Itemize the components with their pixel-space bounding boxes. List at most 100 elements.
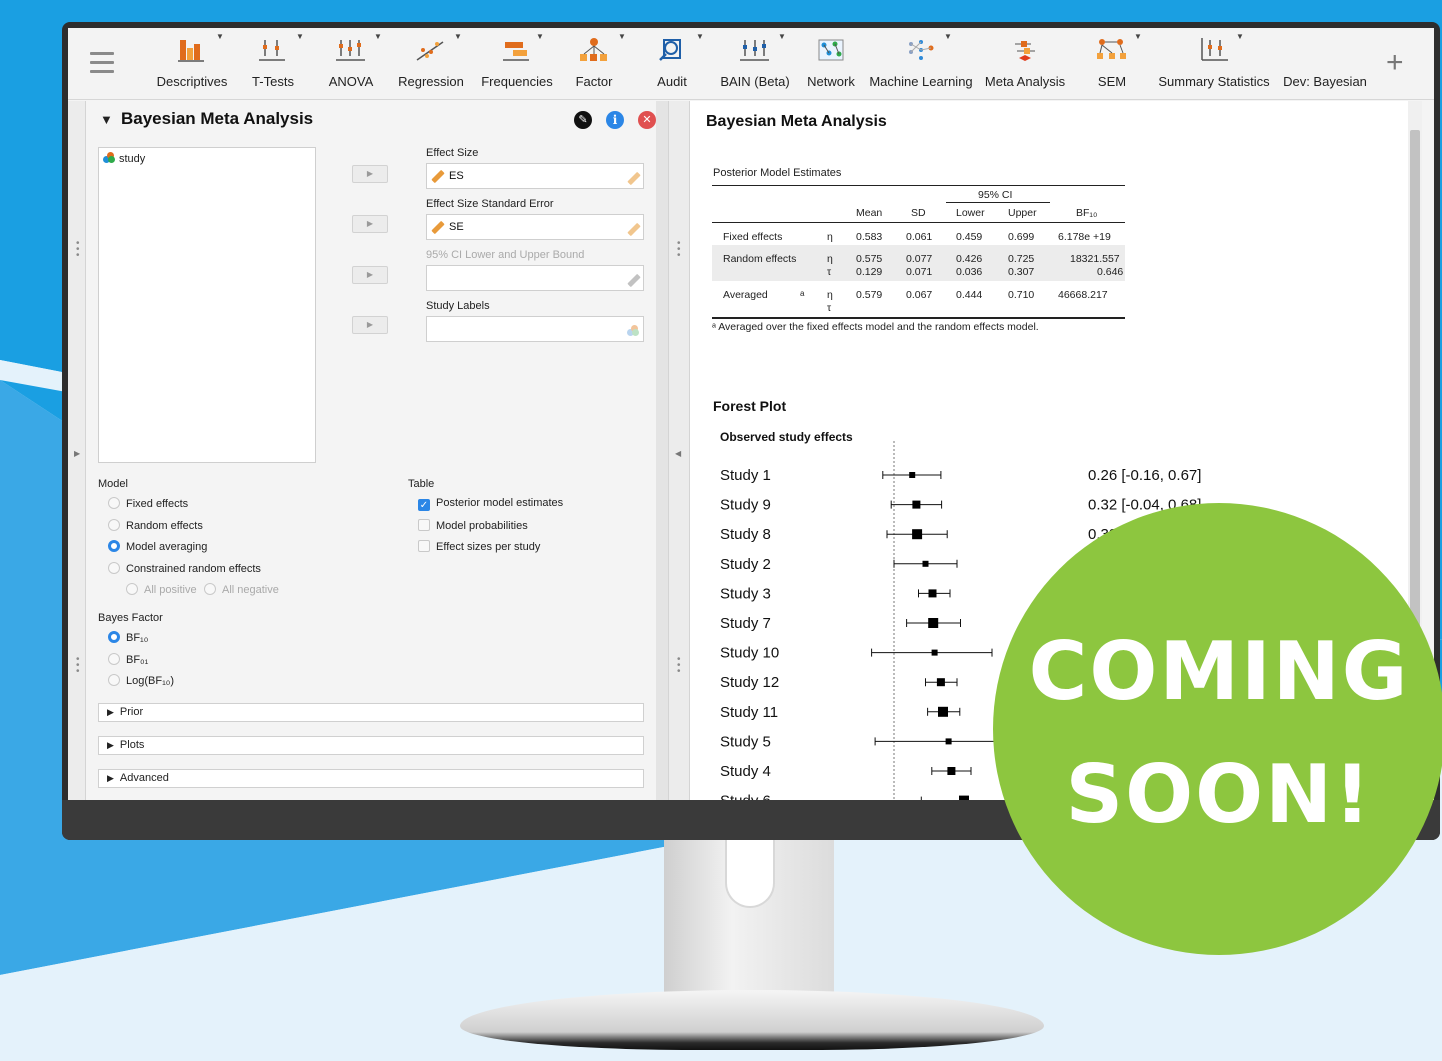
effect-point	[928, 618, 939, 628]
collapse-analysis-icon[interactable]: ▼	[100, 112, 113, 127]
effect-point	[928, 589, 937, 598]
ci-field[interactable]	[426, 265, 644, 291]
variable-item[interactable]: study	[103, 152, 145, 165]
meta-analysis-icon	[1015, 41, 1035, 61]
analysis-title[interactable]: Bayesian Meta Analysis	[121, 109, 313, 129]
close-analysis-icon[interactable]: ✕	[638, 111, 656, 129]
chevron-down-icon: ▼	[1236, 32, 1244, 41]
radio-bf10[interactable]: BF₁₀	[108, 631, 148, 644]
edit-title-icon[interactable]: ✎	[574, 111, 592, 129]
table-title[interactable]: Posterior Model Estimates	[713, 167, 841, 179]
study-label: Study 12	[720, 674, 779, 691]
network-icon	[818, 39, 844, 61]
ribbon-factor[interactable]: Factor	[566, 36, 622, 96]
check-effect-sizes-per-study[interactable]: Effect sizes per study	[418, 540, 540, 553]
col-header: Lower	[956, 207, 985, 219]
assign-study-labels-button[interactable]: ▶	[352, 316, 388, 334]
study-label: Study 8	[720, 526, 771, 543]
radio-all-positive[interactable]: All positive	[126, 583, 197, 596]
drag-handle-icon[interactable]: • • •	[677, 655, 681, 677]
drag-handle-icon[interactable]: • • •	[677, 239, 681, 261]
descriptives-icon	[178, 40, 204, 62]
radio-model-averaging[interactable]: Model averaging	[108, 540, 207, 553]
chevron-down-icon: ▼	[374, 32, 382, 41]
study-label: Study 2	[720, 556, 771, 573]
study-label: Study 9	[720, 497, 771, 514]
section-prior[interactable]: ▶ Prior	[98, 703, 644, 722]
effect-point	[947, 767, 956, 775]
ribbon-dev-bayesian[interactable]: Dev: Bayesian	[1282, 36, 1368, 96]
effect-point	[909, 472, 916, 478]
scale-allowed-icon	[627, 222, 641, 237]
ribbon-meta-analysis[interactable]: Meta Analysis	[982, 36, 1068, 96]
variables-list[interactable]: study	[98, 147, 316, 463]
study-label: Study 1	[720, 467, 771, 484]
ribbon-anova[interactable]: ANOVA	[320, 36, 382, 96]
coming-soon-line2: SOON!	[1065, 748, 1373, 841]
coming-soon-badge	[993, 503, 1442, 955]
info-icon[interactable]: i	[606, 111, 624, 129]
frequencies-icon	[503, 42, 529, 61]
coming-soon-line1: COMING	[1028, 625, 1410, 718]
effect-point	[936, 678, 945, 687]
ribbon-audit[interactable]: Audit	[652, 36, 692, 96]
table-section-label: Table	[408, 478, 435, 490]
factor-icon	[580, 38, 607, 61]
section-advanced[interactable]: ▶ Advanced	[98, 769, 644, 788]
ribbon-ttests[interactable]: T-Tests	[240, 36, 306, 96]
results-scroll-thumb[interactable]	[1410, 130, 1420, 690]
analysis-options-panel: ▼ Bayesian Meta Analysis ✎ i ✕ study ▶ ▶…	[86, 101, 656, 800]
drag-handle-icon[interactable]: • • •	[76, 239, 80, 261]
assign-ci-button[interactable]: ▶	[352, 266, 388, 284]
drag-handle-icon[interactable]: • • •	[76, 655, 80, 677]
radio-fixed-effects[interactable]: Fixed effects	[108, 497, 188, 510]
ribbon-bain[interactable]: BAIN (Beta)	[718, 36, 792, 96]
ribbon-summary-statistics[interactable]: Summary Statistics	[1156, 36, 1272, 96]
effect-size-field[interactable]: ES	[426, 163, 644, 189]
check-posterior-model-estimates[interactable]: ✓ Posterior model estimates	[418, 497, 563, 511]
section-plots[interactable]: ▶ Plots	[98, 736, 644, 755]
add-module-icon[interactable]: +	[1386, 46, 1404, 80]
radio-bf01[interactable]: BF₀₁	[108, 653, 148, 666]
chevron-down-icon: ▼	[454, 32, 462, 41]
col-header: Upper	[1008, 207, 1037, 219]
ci-header: 95% CI	[978, 189, 1013, 201]
se-label: Effect Size Standard Error	[426, 198, 554, 210]
chevron-down-icon: ▼	[1134, 32, 1142, 41]
collapse-options-icon[interactable]: ◀	[675, 449, 681, 458]
expand-left-icon[interactable]: ▶	[74, 449, 80, 458]
options-scrollbar[interactable]	[656, 101, 668, 800]
chevron-down-icon: ▼	[296, 32, 304, 41]
results-title[interactable]: Bayesian Meta Analysis	[706, 113, 887, 131]
scale-allowed-icon	[627, 171, 641, 186]
ribbon-frequencies[interactable]: Frequencies	[476, 36, 558, 96]
se-field[interactable]: SE	[426, 214, 644, 240]
check-model-probabilities[interactable]: Model probabilities	[418, 519, 528, 532]
radio-log-bf10[interactable]: Log(BF₁₀)	[108, 674, 174, 687]
study-labels-field[interactable]	[426, 316, 644, 342]
study-label: Study 11	[720, 704, 778, 721]
ribbon-machine-learning[interactable]: Machine Learning	[866, 36, 976, 96]
ribbon-regression[interactable]: Regression	[396, 36, 466, 96]
scale-variable-icon	[431, 220, 445, 235]
assign-effect-size-button[interactable]: ▶	[352, 165, 388, 183]
scale-variable-icon	[431, 169, 445, 184]
effect-point	[959, 795, 969, 800]
chevron-down-icon: ▼	[944, 32, 952, 41]
ribbon-network[interactable]: Network	[802, 36, 860, 96]
panel-splitter[interactable]: • • • ◀ • • •	[668, 101, 690, 800]
row-label: Random effects	[723, 253, 797, 265]
effect-point	[922, 560, 929, 567]
ribbon-descriptives[interactable]: Descriptives	[152, 36, 232, 96]
radio-constrained-random-effects[interactable]: Constrained random effects	[108, 562, 261, 575]
ttest-icon	[259, 40, 285, 61]
left-collapse-bar[interactable]: • • • ▶ • • •	[68, 101, 86, 800]
ribbon-sem[interactable]: SEM	[1086, 36, 1138, 96]
bayes-factor-label: Bayes Factor	[98, 612, 163, 624]
ci-label: 95% CI Lower and Upper Bound	[426, 249, 585, 261]
radio-random-effects[interactable]: Random effects	[108, 519, 203, 532]
assign-se-button[interactable]: ▶	[352, 215, 388, 233]
menu-icon[interactable]	[90, 52, 114, 74]
radio-all-negative[interactable]: All negative	[204, 583, 279, 596]
forest-plot-title[interactable]: Forest Plot	[713, 398, 786, 414]
